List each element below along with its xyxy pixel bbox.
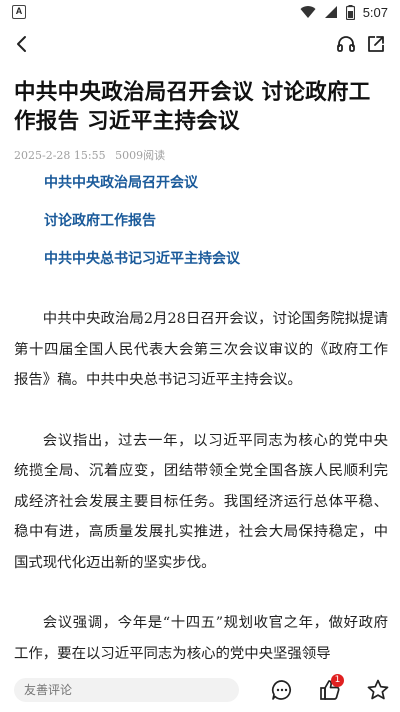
paragraph: 会议强调，今年是“十四五”规划收官之年，做好政府工作，要在以习近平同志为核心的党…	[14, 615, 388, 662]
read-count: 5009阅读	[115, 149, 166, 162]
article-body: 中共中央政治局2月28日召开会议，讨论国务院拟提请第十四届全国人民代表大会第三次…	[14, 304, 388, 699]
toc-link[interactable]: 中共中央政治局召开会议	[44, 172, 384, 210]
notification-a-icon: A	[12, 5, 26, 19]
table-of-contents: 中共中央政治局召开会议 讨论政府工作报告 中共中央总书记习近平主持会议	[44, 172, 384, 286]
toc-link[interactable]: 讨论政府工作报告	[44, 210, 384, 248]
comment-icon	[271, 680, 291, 700]
wifi-icon	[300, 6, 316, 19]
signal-icon	[324, 6, 337, 18]
paragraph: 中共中央政治局2月28日召开会议，讨论国务院拟提请第十四届全国人民代表大会第三次…	[14, 311, 388, 388]
status-bar: A 5:07	[0, 0, 400, 24]
publish-date: 2025-2-28 15:55	[14, 149, 106, 162]
article-meta: 2025-2-28 15:55 5009阅读	[14, 147, 171, 163]
like-count-badge: 1	[331, 674, 344, 687]
share-button[interactable]	[364, 30, 388, 58]
back-button[interactable]	[10, 30, 34, 58]
listen-button[interactable]	[334, 30, 358, 58]
status-time: 5:07	[362, 4, 388, 20]
comment-button[interactable]	[270, 678, 294, 702]
status-left: A	[12, 5, 26, 19]
favorite-button[interactable]	[366, 678, 390, 702]
toc-link[interactable]: 中共中央总书记习近平主持会议	[44, 248, 384, 286]
paragraph: 会议指出，过去一年，以习近平同志为核心的党中央统揽全局、沉着应变，团结带领全党全…	[14, 432, 388, 571]
battery-icon	[345, 4, 355, 20]
article-title: 中共中央政治局召开会议 讨论政府工作报告 习近平主持会议	[14, 80, 371, 134]
comment-input[interactable]	[14, 678, 239, 702]
app-header	[0, 24, 400, 64]
bottom-bar: 1	[0, 668, 400, 712]
headphones-icon	[337, 36, 355, 52]
share-icon	[368, 36, 384, 52]
star-icon	[367, 679, 389, 700]
chevron-left-icon	[17, 36, 26, 52]
status-right: 5:07	[300, 4, 388, 20]
